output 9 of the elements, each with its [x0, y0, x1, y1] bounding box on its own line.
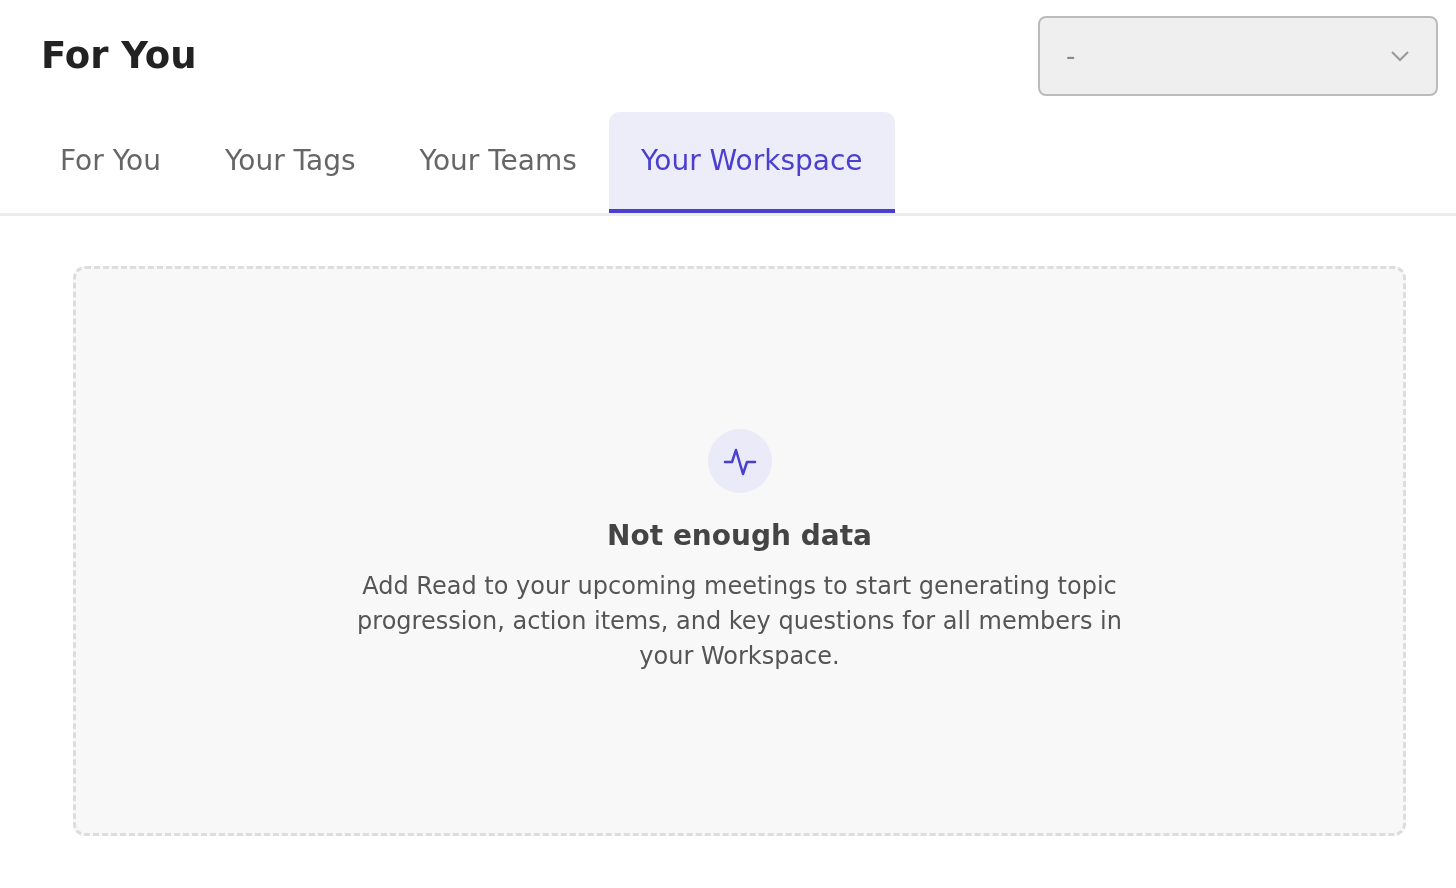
tab[interactable]: Your Teams	[387, 112, 609, 213]
tab[interactable]: Your Tags	[192, 112, 388, 213]
dropdown-select[interactable]: -	[1038, 16, 1438, 96]
empty-state-title: Not enough data	[607, 517, 872, 554]
tab[interactable]: For You	[28, 112, 193, 213]
chevron-down-icon	[1390, 50, 1410, 62]
empty-state-message: Add Read to your upcoming meetings to start generating topic progression, action items, and key questions for all members in your Workspace.	[356, 570, 1123, 672]
page-title: For You	[41, 33, 197, 79]
tab[interactable]: Your Workspace	[608, 112, 895, 213]
